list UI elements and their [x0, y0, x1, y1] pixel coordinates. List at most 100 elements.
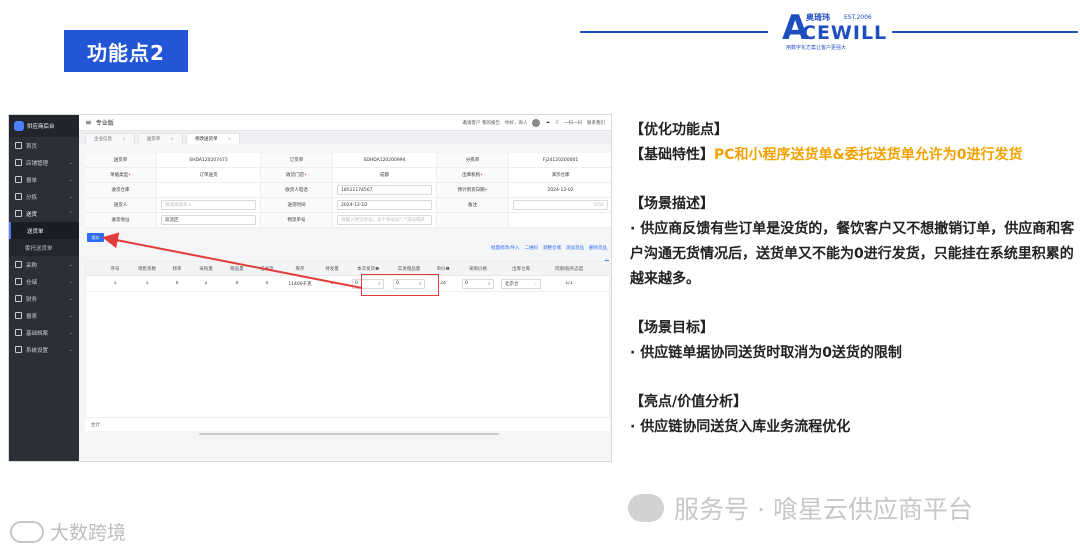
field-value: 订单送货 [157, 168, 261, 182]
header-divider-right [892, 31, 1078, 33]
table-cell: 1/1 [565, 281, 573, 286]
field-input[interactable]: 18511174567 [333, 183, 437, 197]
goods-grid: 序号 销售系数 频率 采购量 赠品量 已发货 库存 待发量 本次发货❶ 实发赠品量 单价❶ 采购价格 出… [85, 261, 610, 431]
tab-edit-delivery[interactable]: 修改送货单 × [186, 133, 241, 144]
avatar[interactable] [532, 118, 541, 127]
field-value: SDHDA120200994 [333, 153, 437, 167]
chevron-icon: ⌄ [68, 329, 73, 336]
sidebar-item-0[interactable]: 首页 [9, 137, 79, 154]
field-value: FJ24120200001 [509, 153, 611, 167]
table-cell: 1 [145, 281, 149, 286]
form-row: 收货仓库 收货人电话 18511174567 预计到货日期 • 2024-12-02 [85, 183, 611, 198]
field-label: 单据类型 • [85, 168, 157, 182]
field-input[interactable]: 双流区 [157, 213, 261, 227]
notes-panel: 【优化功能点】 【基础特性】PC和小程序送货单&委托送货单允许为0进行发货 【场… [630, 118, 1078, 440]
column-header: 采购价格 [469, 266, 487, 272]
sidebar-item-label: 仓储 [26, 279, 38, 286]
notes-value: · 供应链协同送货入库业务流程优化 [630, 419, 851, 435]
menu-item-icon [15, 142, 22, 149]
delete-goods-button[interactable]: 删除货品 [589, 245, 607, 251]
column-header: 单价❶ [436, 266, 450, 272]
horizontal-scrollbar[interactable] [199, 433, 499, 435]
column-header: 频率 [172, 266, 182, 272]
chevron-icon: ⌄ [68, 312, 73, 319]
chevron-icon: ⌄ [68, 193, 73, 200]
wechat-watermark: 服务号 · 喰星云供应商平台 [628, 490, 973, 526]
close-icon[interactable]: × [122, 137, 126, 142]
field-input[interactable]: 请选择送货人 [157, 198, 261, 212]
sidebar-item-label: 财务 [26, 296, 38, 303]
close-icon[interactable]: × [228, 137, 232, 142]
sidebar-item-6[interactable]: 仓储 ⌄ [9, 273, 79, 290]
sidebar-item-label: 采购 [26, 262, 38, 269]
price-stepper[interactable]: 0 ⇕ [458, 278, 498, 289]
brand-watermark: 大数跨境 [10, 518, 126, 545]
warehouse-select[interactable]: 北京仓 ⌄ [498, 278, 544, 289]
highlight-box [361, 274, 439, 296]
sidebar-item-2[interactable]: 报单 ⌄ [9, 171, 79, 188]
chevron-icon: ⌄ [68, 346, 73, 353]
sidebar-item-8[interactable]: 报表 ⌄ [9, 307, 79, 324]
menu-item-icon [15, 312, 22, 319]
grid-footer: 合计 [85, 417, 610, 431]
sidebar-item-label: 首页 [26, 143, 38, 150]
field-input[interactable]: 2024-12-10 [333, 198, 437, 212]
chevron-icon: ⌄ [68, 278, 73, 285]
table-cell: 1 [113, 281, 117, 286]
field-label: 出库机构 • [437, 168, 509, 182]
field-label [437, 213, 509, 227]
grid-toolbar: 批量修改/导入 二维码 调整仓储 添加货品 删除货品 [491, 245, 607, 251]
sidebar-item-7[interactable]: 财务 ⌄ [9, 290, 79, 307]
field-label: 分拣单 [437, 153, 509, 167]
field-label: 备注 [437, 198, 509, 212]
tab-delivery-list[interactable]: 送货单 × [137, 133, 184, 144]
field-input[interactable]: 0/50 [509, 198, 611, 212]
sidebar-item-10[interactable]: 系统设置 ⌄ [9, 341, 79, 358]
field-label: 收货地址 [85, 213, 157, 227]
bell-icon[interactable]: ♫ [555, 120, 559, 125]
notes-goal: · 供应链单据协同送货时取消为0送货的限制 [630, 345, 902, 361]
menu-item-icon [15, 176, 22, 183]
topbar-scan[interactable]: 一扫一扫 [564, 120, 582, 126]
field-value: 2024-12-02 [509, 183, 611, 197]
chevron-icon: ⌄ [68, 295, 73, 302]
form-row: 送货人 请选择送货人 送货时间 2024-12-10 备注 0/50 [85, 198, 611, 213]
sidebar-subitem-0[interactable]: 送货单 [9, 222, 79, 239]
column-header: 赠品量 [230, 266, 244, 272]
column-header: 货期/服务态度 [554, 266, 584, 272]
sidebar-item-1[interactable]: 店铺管理 ⌄ [9, 154, 79, 171]
sidebar-item-label: 报单 [26, 177, 38, 184]
notes-basic: 【基础特性】PC和小程序送货单&委托送货单允许为0进行发货 [630, 147, 1023, 163]
sidebar-item-3[interactable]: 分拣 ⌄ [9, 188, 79, 205]
wechat-icon [628, 494, 664, 522]
cloud-icon[interactable]: ☁ [545, 120, 550, 125]
topbar-greeting: 你好，商人 [504, 120, 528, 126]
field-input[interactable]: 请输入物流单号，多个单号间",""或号隔开 [333, 213, 437, 227]
notes-heading-value: 【亮点/价值分析】 [630, 394, 748, 410]
sidebar-subitem-1[interactable]: 委托送货单 [9, 239, 79, 256]
chevron-icon: ⌄ [68, 261, 73, 268]
sidebar-item-label: 基础档案 [26, 330, 49, 337]
sidebar-item-9[interactable]: 基础档案 ⌄ [9, 324, 79, 341]
table-cell: 0 [235, 281, 239, 286]
qrcode-button[interactable]: 二维码 [525, 245, 539, 251]
tab-bar: 企业信息 × 送货单 × 修改送货单 × [79, 131, 611, 144]
menu-item-icon [15, 159, 22, 166]
close-icon[interactable]: × [170, 137, 174, 142]
tab-company-info[interactable]: 企业信息 × [85, 133, 135, 144]
topbar-invite-link[interactable]: 邀请客户 我的报告 [463, 120, 500, 126]
table-cell: 0 [330, 281, 334, 286]
brand-icon [14, 121, 24, 131]
sidebar-item-4[interactable]: 送货 ⌃ [9, 205, 79, 222]
column-header: 序号 [110, 266, 120, 272]
topbar-contact[interactable]: 联系我们 [587, 120, 605, 126]
save-button[interactable]: 保存 [87, 233, 104, 242]
menu-icon[interactable]: ≡ [85, 118, 92, 127]
adjust-storage-button[interactable]: 调整仓储 [543, 245, 561, 251]
notes-scene-desc: · 供应商反馈有些订单是没货的，餐饮客户又不想撤销订单，供应商和客户沟通无货情况… [630, 221, 1075, 287]
batch-import-button[interactable]: 批量修改/导入 [491, 245, 520, 251]
add-goods-button[interactable]: 添加货品 [566, 245, 584, 251]
brand-watermark-icon [10, 520, 44, 543]
sidebar-item-5[interactable]: 采购 ⌄ [9, 256, 79, 273]
menu-item-icon [15, 329, 22, 336]
